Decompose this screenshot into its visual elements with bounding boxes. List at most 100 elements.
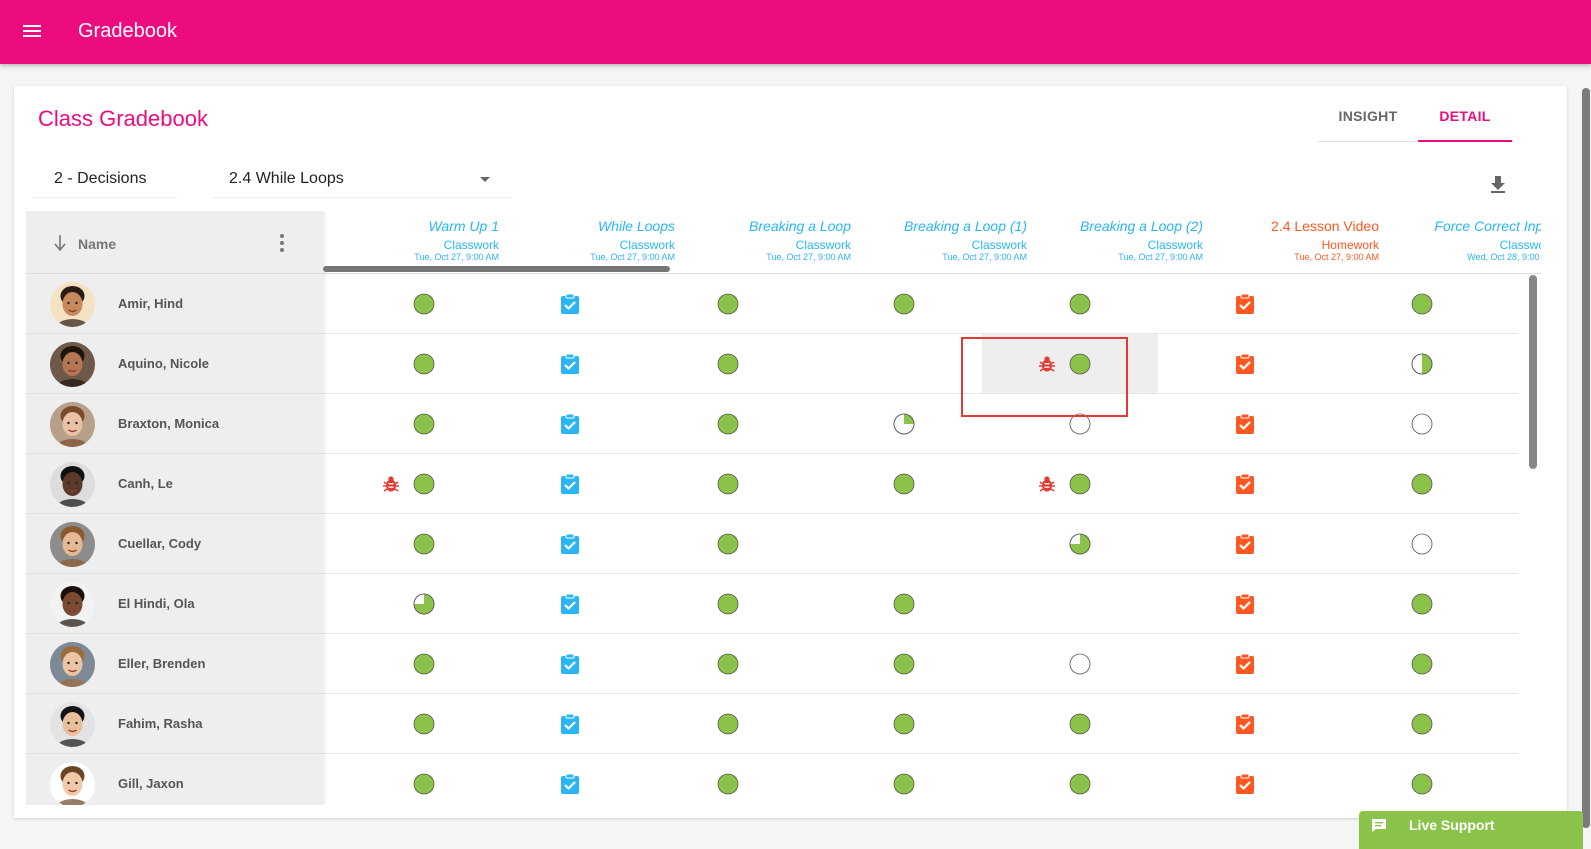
grade-cell[interactable] (982, 454, 1158, 513)
grade-cell[interactable] (1324, 394, 1500, 453)
grade-cell[interactable] (472, 454, 648, 513)
grade-cell[interactable] (630, 274, 806, 333)
student-name: Fahim, Rasha (118, 716, 203, 731)
complete-circle-icon (413, 353, 435, 375)
name-column-header[interactable]: Name (26, 211, 323, 274)
grade-cell[interactable] (630, 754, 806, 805)
column-header[interactable]: Breaking a Loop (1) Classwork Tue, Oct 27,… (851, 211, 1027, 274)
gradebook-card: Class Gradebook INSIGHT DETAIL 2 - Decis… (14, 86, 1567, 818)
grade-cell[interactable] (630, 634, 806, 693)
grade-cell[interactable] (1147, 754, 1323, 805)
filter-toolbar: 2 - Decisions 2.4 While Loops (22, 162, 1537, 202)
student-name: Braxton, Monica (118, 416, 220, 431)
grade-cell[interactable] (982, 514, 1158, 573)
grade-cell[interactable] (1324, 754, 1500, 805)
grade-cell[interactable] (630, 334, 806, 393)
grade-cell[interactable] (472, 514, 648, 573)
grade-cell[interactable] (1147, 274, 1323, 333)
column-date: Tue, Oct 27, 9:00 AM (766, 252, 851, 262)
grade-cell[interactable] (1147, 634, 1323, 693)
grade-cell[interactable] (806, 754, 982, 805)
grade-cell[interactable] (472, 694, 648, 753)
column-header[interactable]: Breaking a Loop (2) Classwork Tue, Oct 27,… (1027, 211, 1203, 274)
grade-cell[interactable] (1147, 574, 1323, 633)
live-support-button[interactable]: Live Support (1359, 811, 1583, 849)
grade-cell[interactable] (472, 394, 648, 453)
tab-insight[interactable]: INSIGHT (1318, 96, 1418, 142)
vertical-scrollbar[interactable] (1529, 275, 1537, 469)
grade-cell[interactable] (1147, 334, 1323, 393)
page-scrollbar[interactable] (1581, 88, 1591, 828)
student-row-header[interactable]: El Hindi, Ola (26, 574, 323, 634)
download-icon[interactable] (1490, 176, 1506, 194)
column-title: Breaking a Loop (1) (904, 218, 1027, 234)
student-row-header[interactable]: Canh, Le (26, 454, 323, 514)
grade-cell[interactable] (472, 574, 648, 633)
grade-cell[interactable] (1324, 694, 1500, 753)
more-vert-icon[interactable] (280, 234, 284, 252)
grade-cell[interactable] (630, 454, 806, 513)
grade-cell[interactable] (1147, 514, 1323, 573)
complete-circle-icon (893, 773, 915, 795)
grade-cell[interactable] (1147, 394, 1323, 453)
grade-cell[interactable] (806, 454, 982, 513)
grade-cell[interactable] (1147, 454, 1323, 513)
complete-circle-icon (893, 293, 915, 315)
horizontal-scrollbar[interactable] (323, 266, 670, 272)
student-row-header[interactable]: Eller, Brenden (26, 634, 323, 694)
student-row-header[interactable]: Braxton, Monica (26, 394, 323, 454)
grade-cell[interactable] (1324, 274, 1500, 333)
grade-cell[interactable] (806, 334, 982, 393)
grade-cell[interactable] (630, 394, 806, 453)
grade-cell[interactable] (1324, 514, 1500, 573)
grade-cell[interactable] (630, 574, 806, 633)
table-row (323, 694, 1518, 754)
grade-cell[interactable] (982, 694, 1158, 753)
menu-icon[interactable] (22, 22, 44, 42)
tab-detail[interactable]: DETAIL (1418, 96, 1512, 142)
grade-cell[interactable] (630, 694, 806, 753)
grade-cell[interactable] (806, 274, 982, 333)
grade-cell[interactable] (1324, 634, 1500, 693)
grade-cell[interactable] (472, 634, 648, 693)
student-row-header[interactable]: Amir, Hind (26, 274, 323, 334)
grade-cell[interactable] (982, 274, 1158, 333)
table-row (323, 514, 1518, 574)
grade-cell[interactable] (630, 514, 806, 573)
grade-cell[interactable] (982, 334, 1158, 393)
grade-cell[interactable] (806, 694, 982, 753)
student-row-header[interactable]: Gill, Jaxon (26, 754, 323, 805)
grade-cell[interactable] (1147, 694, 1323, 753)
grade-cell[interactable] (806, 394, 982, 453)
grade-cell[interactable] (982, 574, 1158, 633)
grade-cell[interactable] (1324, 334, 1500, 393)
table-row (323, 454, 1518, 514)
grade-cell[interactable] (982, 634, 1158, 693)
grade-cell[interactable] (806, 574, 982, 633)
column-header[interactable]: 2.4 Lesson Video Homework Tue, Oct 27, 9:0… (1203, 211, 1379, 274)
column-header[interactable]: Warm Up 1 Classwork Tue, Oct 27, 9:00 AM (323, 211, 499, 274)
student-name: Eller, Brenden (118, 656, 206, 671)
student-row-header[interactable]: Cuellar, Cody (26, 514, 323, 574)
student-row-header[interactable]: Fahim, Rasha (26, 694, 323, 754)
unit-select[interactable]: 2 - Decisions (32, 162, 177, 198)
arrow-down-icon[interactable] (54, 235, 66, 251)
lesson-select[interactable]: 2.4 While Loops (212, 162, 512, 198)
grade-cell[interactable] (472, 274, 648, 333)
column-header[interactable]: Breaking a Loop Classwork Tue, Oct 27, 9:0… (675, 211, 851, 274)
gradebook-table: Name Amir, Hind Aquino, Nicole Braxton, Mo… (26, 211, 1541, 805)
grade-cell[interactable] (1324, 574, 1500, 633)
student-row-header[interactable]: Aquino, Nicole (26, 334, 323, 394)
three-quarter-circle-icon (413, 593, 435, 615)
column-header[interactable]: Force Correct Input ClassworkWed, Oct 28,… (1379, 211, 1541, 274)
table-row (323, 754, 1518, 805)
column-header[interactable]: While Loops Classwork Tue, Oct 27, 9:00 AM (499, 211, 675, 274)
grade-cell[interactable] (806, 514, 982, 573)
grade-cell[interactable] (982, 394, 1158, 453)
grade-cell[interactable] (472, 334, 648, 393)
complete-circle-icon (893, 653, 915, 675)
grade-cell[interactable] (472, 754, 648, 805)
grade-cell[interactable] (1324, 454, 1500, 513)
grade-cell[interactable] (806, 634, 982, 693)
grade-cell[interactable] (982, 754, 1158, 805)
